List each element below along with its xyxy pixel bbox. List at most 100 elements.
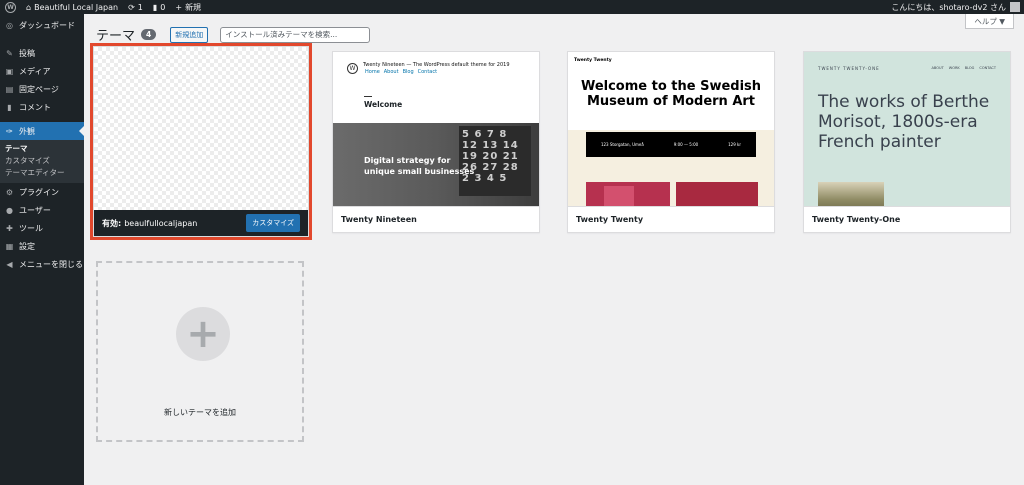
plus-icon: + xyxy=(176,307,230,361)
preview-heading: Welcome xyxy=(364,100,403,109)
preview-nav-item: About xyxy=(383,69,399,75)
preview-painting xyxy=(818,182,884,208)
sidebar-collapse-menu[interactable]: ◀ メニューを閉じる xyxy=(0,255,84,273)
active-theme-bar: 有効: beaulfullocaljapan カスタマイズ xyxy=(94,210,308,236)
preview-art-block xyxy=(604,186,634,208)
preview-heading: The works of Berthe Morisot, 1800s-era F… xyxy=(818,92,990,152)
theme-screenshot[interactable] xyxy=(94,47,308,212)
theme-name: Twenty Twenty-One xyxy=(804,206,1010,232)
blank-screenshot-placeholder xyxy=(94,47,308,212)
sidebar-item-label: メディア xyxy=(19,66,51,76)
preview-heading: Welcome to the Swedish Museum of Modern A… xyxy=(580,79,762,109)
preview-site-title: Twenty Nineteen — The WordPress default … xyxy=(363,62,510,68)
sidebar-item-plugins[interactable]: ⚙ プラグイン xyxy=(0,183,84,201)
preview-nav-item: Blog xyxy=(402,69,414,75)
wordpress-logo-button[interactable]: W xyxy=(0,0,21,14)
add-new-button[interactable]: 新規追加 xyxy=(170,26,209,43)
theme-screenshot[interactable]: W Twenty Nineteen — The WordPress defaul… xyxy=(333,52,539,208)
add-new-theme-card[interactable]: + 新しいテーマを追加 xyxy=(96,261,304,442)
site-name: Beautiful Local Japan xyxy=(34,2,119,12)
preview-art-block xyxy=(676,182,758,208)
preview-nav-item: Contact xyxy=(417,69,438,75)
preview-nav-item: Home xyxy=(365,69,380,75)
theme-card-twenty-twenty[interactable]: Twenty Twenty Welcome to the Swedish Muse… xyxy=(567,51,775,233)
media-icon: ▣ xyxy=(5,66,14,76)
collapse-icon: ◀ xyxy=(6,259,13,269)
sidebar-item-label: ダッシュボード xyxy=(19,20,75,30)
page-title: テーマ xyxy=(96,29,136,44)
updates-count: 1 xyxy=(137,2,143,12)
new-content-link[interactable]: + 新規 xyxy=(170,0,206,14)
preview-brand: TWENTY TWENTY-ONE xyxy=(818,66,880,71)
sidebar-item-tools[interactable]: ✚ ツール xyxy=(0,219,84,237)
search-themes-input[interactable] xyxy=(220,26,371,43)
divider xyxy=(364,96,372,97)
sidebar-item-label: プラグイン xyxy=(19,187,59,197)
submenu-item-theme-editor[interactable]: テーマエディター xyxy=(0,167,84,179)
preview-nav: Home About Blog Contact xyxy=(365,69,437,75)
settings-icon: ▦ xyxy=(5,241,14,251)
plugin-icon: ⚙ xyxy=(5,187,14,197)
sidebar-item-posts[interactable]: ✎ 投稿 xyxy=(0,44,84,62)
theme-screenshot[interactable]: Twenty Twenty Welcome to the Swedish Muse… xyxy=(568,52,774,208)
sidebar-item-label: メニューを閉じる xyxy=(19,259,83,269)
updates-link[interactable]: ⟳ 1 xyxy=(123,0,148,14)
sidebar-item-pages[interactable]: ▤ 固定ページ xyxy=(0,80,84,98)
theme-count-badge: 4 xyxy=(141,29,157,40)
sidebar-item-label: 設定 xyxy=(19,241,35,251)
plus-icon: + xyxy=(175,2,183,12)
preview-nav: ABOUT WORK BLOG CONTACT xyxy=(931,66,996,70)
comment-icon: ▮ xyxy=(7,102,12,112)
theme-card-twenty-nineteen[interactable]: W Twenty Nineteen — The WordPress defaul… xyxy=(332,51,540,233)
sidebar-item-label: ツール xyxy=(19,223,43,233)
theme-card-active[interactable]: 有効: beaulfullocaljapan カスタマイズ xyxy=(93,46,309,237)
submenu-item-customize[interactable]: カスタマイズ xyxy=(0,155,84,167)
pin-icon: ✎ xyxy=(6,48,13,58)
sidebar-item-comments[interactable]: ▮ コメント xyxy=(0,98,84,116)
refresh-icon: ⟳ xyxy=(128,2,135,12)
wordpress-icon: W xyxy=(5,1,16,13)
avatar xyxy=(1010,2,1020,12)
user-icon: ● xyxy=(6,205,13,215)
sidebar-item-users[interactable]: ● ユーザー xyxy=(0,201,84,219)
customize-button[interactable]: カスタマイズ xyxy=(246,214,300,232)
comments-link[interactable]: ▮ 0 xyxy=(148,0,171,14)
account-link[interactable]: こんにちは、shotaro-dv2 さん xyxy=(891,2,1024,13)
theme-name: Twenty Twenty xyxy=(568,206,774,232)
sidebar-item-label: ユーザー xyxy=(19,205,51,215)
preview-tagline: Digital strategy for unique small busines… xyxy=(364,156,475,176)
theme-screenshot[interactable]: TWENTY TWENTY-ONE ABOUT WORK BLOG CONTAC… xyxy=(804,52,1010,208)
theme-card-twenty-twenty-one[interactable]: TWENTY TWENTY-ONE ABOUT WORK BLOG CONTAC… xyxy=(803,51,1011,233)
submenu-item-themes[interactable]: テーマ xyxy=(0,143,84,155)
sidebar-item-label: 固定ページ xyxy=(19,84,59,94)
site-name-link[interactable]: ⌂ Beautiful Local Japan xyxy=(21,0,123,14)
theme-name: beaulfullocaljapan xyxy=(124,218,198,228)
sidebar-item-label: コメント xyxy=(19,102,51,112)
main-content: ヘルプ ▼ テーマ 4 新規追加 有効: beaulfullocaljapan … xyxy=(84,14,1024,485)
admin-sidebar: ◎ ダッシュボード ✎ 投稿 ▣ メディア ▤ 固定ページ ▮ コメント ✑ 外観 テーマ … xyxy=(0,14,84,485)
preview-info-band: 123 Storgatan, Umeå 9:00 — 5:00 129 kr xyxy=(586,132,756,157)
appearance-submenu: テーマ カスタマイズ テーマエディター xyxy=(0,140,84,183)
greeting: こんにちは、shotaro-dv2 さん xyxy=(891,2,1006,12)
sidebar-item-media[interactable]: ▣ メディア xyxy=(0,62,84,80)
page-icon: ▤ xyxy=(5,84,14,94)
wordpress-icon: W xyxy=(347,63,358,74)
sidebar-item-label: 投稿 xyxy=(19,48,35,58)
theme-name: Twenty Nineteen xyxy=(333,206,539,232)
tools-icon: ✚ xyxy=(6,223,13,233)
sidebar-item-appearance[interactable]: ✑ 外観 xyxy=(0,122,84,140)
help-button[interactable]: ヘルプ ▼ xyxy=(965,14,1014,29)
preview-brand: Twenty Twenty xyxy=(574,58,612,63)
admin-bar: W ⌂ Beautiful Local Japan ⟳ 1 ▮ 0 + 新規 こ… xyxy=(0,0,1024,14)
sidebar-item-dashboard[interactable]: ◎ ダッシュボード xyxy=(0,16,84,34)
comments-count: 0 xyxy=(160,2,166,12)
appearance-icon: ✑ xyxy=(6,126,13,136)
sidebar-item-settings[interactable]: ▦ 設定 xyxy=(0,237,84,255)
add-new-theme-label: 新しいテーマを追加 xyxy=(164,408,236,417)
comment-icon: ▮ xyxy=(152,2,158,12)
new-label: 新規 xyxy=(185,2,202,12)
home-icon: ⌂ xyxy=(26,2,32,12)
active-label: 有効: xyxy=(102,218,122,228)
dashboard-icon: ◎ xyxy=(6,20,13,30)
page-header: テーマ 4 新規追加 xyxy=(96,25,371,44)
